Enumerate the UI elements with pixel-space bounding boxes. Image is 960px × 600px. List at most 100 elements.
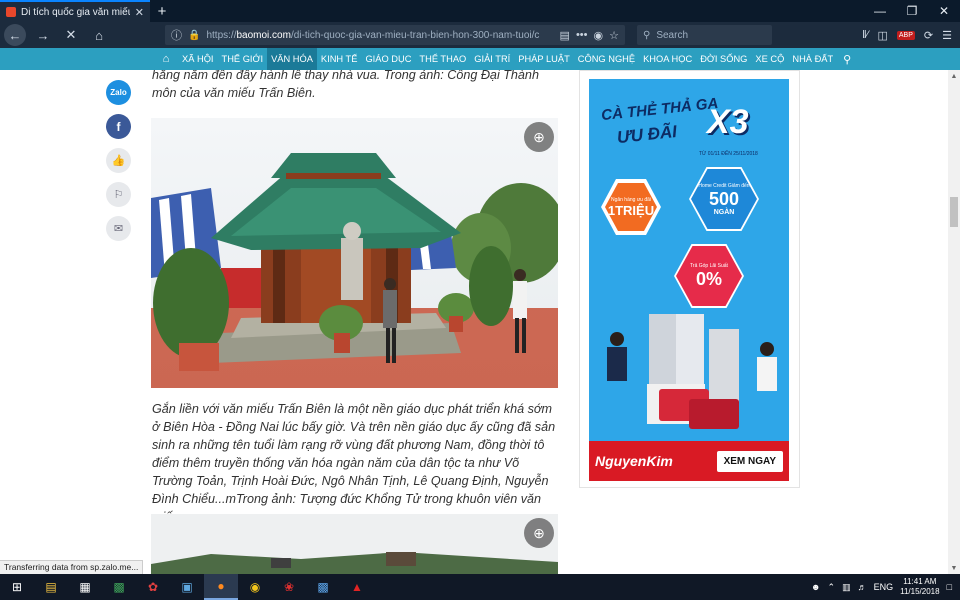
- page-scrollbar[interactable]: ▲ ▼: [948, 70, 960, 574]
- site-home-icon[interactable]: ⌂: [158, 48, 174, 70]
- zoom-icon[interactable]: ⊕: [524, 518, 554, 548]
- ad-offer-homecredit: Home Credit Giảm đến 500 NGÀN: [689, 167, 759, 231]
- adblock-icon[interactable]: ABP: [896, 30, 915, 40]
- search-icon: ⚲: [643, 29, 651, 41]
- ad-brand-logo: NguyenKim: [595, 453, 673, 469]
- ad-footer[interactable]: NguyenKim XEM NGAY: [589, 441, 789, 481]
- extension-icon[interactable]: ⟳: [924, 29, 933, 42]
- excel-icon[interactable]: ▩: [102, 574, 136, 600]
- browser-toolbar: ← → ✕ ⌂ ⓘ 🔒 https://baomoi.com/di-tich-q…: [0, 22, 960, 48]
- search-input[interactable]: ⚲ Search: [637, 25, 772, 45]
- scroll-down-icon[interactable]: ▼: [948, 562, 960, 574]
- nav-item-nha-dat[interactable]: NHÀ ĐẤT: [788, 48, 837, 70]
- nav-item-van-hoa[interactable]: VĂN HÓA: [267, 48, 317, 70]
- ad-headline: CÀ THẺ THẢ GA: [600, 94, 720, 125]
- browser-tab-strip: Di tích quốc gia văn miếu Trấn ✕ + — ❐ ✕: [0, 0, 960, 22]
- social-share-bar: Zalo f 👍 ⚐ ✉: [106, 80, 131, 241]
- sidebar-icon[interactable]: ◫: [877, 29, 887, 42]
- ad-products-illustration: [607, 314, 777, 429]
- forward-arrow-icon[interactable]: →: [32, 24, 54, 46]
- bookmark-icon[interactable]: ⚐: [106, 182, 131, 207]
- back-arrow-icon[interactable]: ←: [4, 24, 26, 46]
- page-actions-icon[interactable]: •••: [576, 29, 588, 41]
- nav-item-the-thao[interactable]: THỂ THAO: [415, 48, 470, 70]
- ad-offer-installment: Trả Góp Lãi Suất 0%: [674, 244, 744, 308]
- menu-icon[interactable]: ☰: [942, 29, 952, 42]
- article-content: Zalo f 👍 ⚐ ✉ hằng năm đến đây hành lễ th…: [0, 70, 948, 574]
- tray-expand-icon[interactable]: ⌃: [828, 582, 836, 593]
- windows-taskbar: ⊞ ▤ ▦ ▩ ✿ ▣ ● ◉ ❀ ▩ ▲ ☻ ⌃ ▥ ♬ ENG 11:41 …: [0, 574, 960, 600]
- photos-app-icon[interactable]: ▩: [306, 574, 340, 600]
- file-explorer-icon[interactable]: ▤: [34, 574, 68, 600]
- chrome-icon[interactable]: ◉: [238, 574, 272, 600]
- network-icon[interactable]: ▥: [842, 582, 851, 593]
- info-icon[interactable]: ⓘ: [171, 27, 182, 43]
- system-tray: ☻ ⌃ ▥ ♬ ENG 11:41 AM 11/15/2018 □: [811, 574, 960, 600]
- app-red-icon[interactable]: ✿: [136, 574, 170, 600]
- library-icon[interactable]: ‖⁄: [862, 29, 868, 41]
- keyboard-language[interactable]: ENG: [874, 582, 894, 592]
- clock-time: 11:41 AM: [903, 577, 937, 586]
- temple-gate-illustration: [151, 118, 558, 388]
- lock-icon[interactable]: 🔒: [188, 30, 200, 41]
- ad-date-note: TỪ 01/11 ĐẾN 25/11/2018: [699, 151, 758, 157]
- acrobat-icon[interactable]: ▲: [340, 574, 374, 600]
- bookmark-star-icon[interactable]: ☆: [609, 29, 619, 42]
- volume-icon[interactable]: ♬: [858, 582, 867, 592]
- tab-close-icon[interactable]: ✕: [135, 6, 144, 19]
- like-thumb-icon[interactable]: 👍: [106, 148, 131, 173]
- minimize-icon[interactable]: —: [864, 0, 896, 22]
- nav-item-kinh-te[interactable]: KINH TẾ: [317, 48, 362, 70]
- nav-item-xa-hoi[interactable]: XÃ HỘI: [178, 48, 218, 70]
- browser-status-text: Transferring data from sp.zalo.me...: [0, 560, 144, 574]
- nav-item-khoa-hoc[interactable]: KHOA HỌC: [639, 48, 696, 70]
- new-tab-button[interactable]: +: [150, 0, 174, 22]
- ad-creative[interactable]: CÀ THẺ THẢ GA ƯU ĐÃI X3 TỪ 01/11 ĐẾN 25/…: [589, 79, 789, 481]
- article-photo-temple-gate[interactable]: ⊕: [151, 118, 558, 388]
- ad-cta-button[interactable]: XEM NGAY: [716, 450, 783, 472]
- ad-banner[interactable]: CÀ THẺ THẢ GA ƯU ĐÃI X3 TỪ 01/11 ĐẾN 25/…: [579, 70, 800, 488]
- window-controls: — ❐ ✕: [864, 0, 960, 22]
- comment-icon[interactable]: ✉: [106, 216, 131, 241]
- nav-item-phap-luat[interactable]: PHÁP LUẬT: [514, 48, 574, 70]
- url-text[interactable]: https://baomoi.com/di-tich-quoc-gia-van-…: [206, 30, 553, 41]
- clock[interactable]: 11:41 AM 11/15/2018: [900, 577, 939, 597]
- scrollbar-thumb[interactable]: [950, 197, 958, 227]
- nav-item-giao-duc[interactable]: GIÁO DỤC: [361, 48, 415, 70]
- windows-start-icon[interactable]: ⊞: [0, 574, 34, 600]
- search-placeholder: Search: [656, 29, 689, 41]
- firefox-icon[interactable]: ●: [204, 574, 238, 600]
- ad-offer-bank: Ngân hàng ưu đãi 1TRIỆU: [601, 179, 661, 235]
- nav-item-giai-tri[interactable]: GIẢI TRÍ: [470, 48, 514, 70]
- task-view-icon[interactable]: ▦: [68, 574, 102, 600]
- nav-item-cong-nghe[interactable]: CÔNG NGHỆ: [574, 48, 639, 70]
- photo-caption-main: Gắn liền với văn miếu Trấn Biên là một n…: [152, 402, 556, 524]
- nav-item-doi-song[interactable]: ĐỜI SỐNG: [696, 48, 751, 70]
- browser-tab[interactable]: Di tích quốc gia văn miếu Trấn ✕: [0, 0, 150, 22]
- second-photo-illustration: [151, 514, 558, 574]
- ad-multiplier: X3: [707, 103, 749, 141]
- people-icon[interactable]: ☻: [811, 582, 820, 592]
- clock-date: 11/15/2018: [900, 587, 940, 596]
- reader-view-icon[interactable]: ▤: [560, 29, 570, 42]
- stop-loading-icon[interactable]: ✕: [60, 24, 82, 46]
- nav-item-xe-co[interactable]: XE CỘ: [751, 48, 788, 70]
- pocket-icon[interactable]: ◉: [594, 29, 604, 42]
- photo-caption: hằng năm đến đây hành lễ thay nhà vua. T…: [152, 70, 539, 100]
- zoom-icon[interactable]: ⊕: [524, 122, 554, 152]
- toolbar-extensions: ‖⁄ ◫ ABP ⟳ ☰: [862, 25, 952, 45]
- app-flower-icon[interactable]: ❀: [272, 574, 306, 600]
- zalo-share-button[interactable]: Zalo: [106, 80, 131, 105]
- site-search-icon[interactable]: ⚲: [843, 53, 851, 66]
- media-app-icon[interactable]: ▣: [170, 574, 204, 600]
- scroll-up-icon[interactable]: ▲: [948, 70, 960, 82]
- notification-icon[interactable]: □: [947, 582, 952, 592]
- article-photo-second[interactable]: ⊕: [151, 514, 558, 574]
- facebook-share-button[interactable]: f: [106, 114, 131, 139]
- nav-item-the-gioi[interactable]: THẾ GIỚI: [218, 48, 268, 70]
- ad-subheadline: ƯU ĐÃI: [616, 121, 678, 148]
- restore-icon[interactable]: ❐: [896, 0, 928, 22]
- address-bar[interactable]: ⓘ 🔒 https://baomoi.com/di-tich-quoc-gia-…: [165, 25, 625, 45]
- home-icon[interactable]: ⌂: [88, 24, 110, 46]
- close-window-icon[interactable]: ✕: [928, 0, 960, 22]
